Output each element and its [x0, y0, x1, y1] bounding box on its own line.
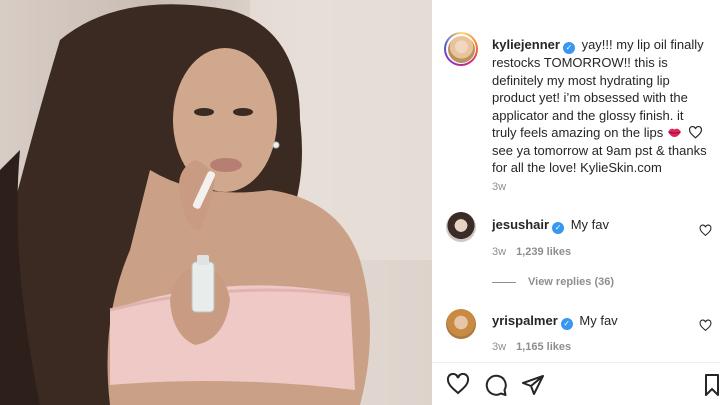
comment-meta: 3w 1,165 likes	[492, 341, 571, 353]
comment-item: jesushair ✓ My fav	[492, 216, 609, 234]
comment-icon[interactable]	[484, 373, 508, 397]
photo-illustration	[0, 0, 432, 405]
caption-tail-text: see ya tomorrow at 9am pst & thanks for …	[492, 142, 707, 176]
comment-username[interactable]: jesushair	[492, 217, 549, 232]
verified-badge-icon: ✓	[560, 318, 573, 330]
heart-icon[interactable]	[446, 373, 470, 395]
post-photo[interactable]	[0, 0, 432, 405]
heart-outline-icon	[688, 125, 702, 139]
comment-like-count[interactable]: 1,165 likes	[516, 341, 571, 353]
verified-badge-icon: ✓	[562, 42, 575, 54]
comment-meta: 3w 1,239 likes	[492, 246, 571, 258]
author-username[interactable]: kyliejenner	[492, 37, 560, 52]
post-caption: kyliejenner ✓ yay!!! my lip oil finally r…	[492, 36, 710, 177]
actions-divider	[432, 362, 720, 363]
comment-avatar[interactable]	[446, 212, 476, 242]
post-detail-panel: kyliejenner ✓ yay!!! my lip oil finally r…	[432, 0, 720, 405]
comment-timestamp[interactable]: 3w	[492, 341, 506, 353]
view-replies-label: View replies (36)	[528, 276, 615, 288]
caption-timestamp[interactable]: 3w	[492, 181, 506, 193]
comment-text: My fav	[579, 313, 618, 328]
comment-like-heart-icon[interactable]	[699, 319, 712, 332]
bookmark-icon[interactable]	[704, 373, 720, 397]
caption-text: yay!!! my lip oil finally restocks TOMOR…	[492, 37, 704, 140]
comment-username[interactable]: yrispalmer	[492, 313, 558, 328]
comment-text: My fav	[570, 217, 610, 232]
replies-divider	[492, 281, 516, 283]
comment-avatar[interactable]	[446, 309, 476, 339]
comment-like-heart-icon[interactable]	[699, 224, 712, 237]
lips-emoji-icon	[667, 128, 681, 137]
comment-timestamp[interactable]: 3w	[492, 246, 506, 258]
verified-badge-icon: ✓	[552, 222, 565, 234]
share-icon[interactable]	[521, 373, 545, 397]
comment-item: yrispalmer ✓ My fav	[492, 312, 618, 330]
view-replies-button[interactable]: View replies (36)	[492, 276, 614, 288]
comment-like-count[interactable]: 1,239 likes	[516, 246, 571, 258]
author-avatar[interactable]	[444, 32, 478, 66]
